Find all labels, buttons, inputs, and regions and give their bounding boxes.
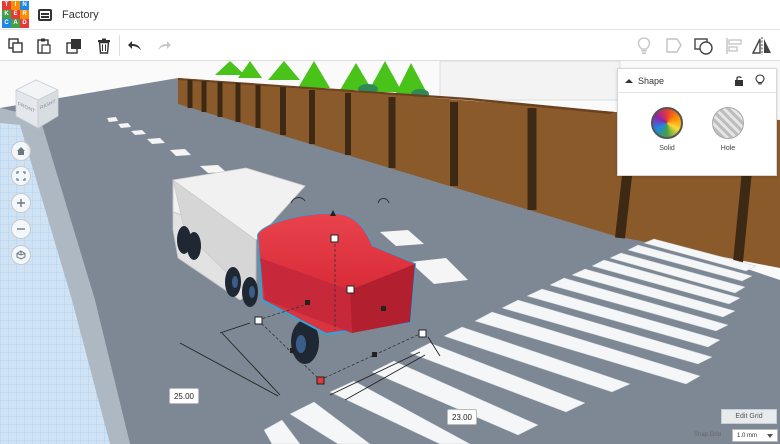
- toolbar-separator: [119, 35, 120, 56]
- logo-cell: C: [2, 18, 11, 28]
- snap-grid-value: 1.0 mm: [737, 432, 758, 439]
- width-dimension-input[interactable]: 23.00: [447, 409, 477, 425]
- fit-view-icon[interactable]: [11, 166, 31, 186]
- toolbar: [0, 30, 780, 61]
- snap-grid-label: Snap Grid: [694, 432, 722, 438]
- logo-cell: T: [2, 0, 11, 10]
- building: [439, 61, 621, 101]
- group-icon[interactable]: [694, 36, 714, 56]
- logo-cell: E: [11, 9, 20, 19]
- design-title[interactable]: Factory: [62, 9, 99, 21]
- duplicate-icon[interactable]: [64, 36, 84, 56]
- align-icon[interactable]: [724, 36, 744, 56]
- zoom-in-icon[interactable]: [11, 193, 31, 213]
- solid-label: Solid: [659, 145, 675, 152]
- undo-icon[interactable]: [125, 36, 145, 56]
- logo-cell: D: [20, 18, 29, 28]
- shape-panel: Shape Solid Hole: [617, 68, 777, 176]
- edit-grid-button[interactable]: Edit Grid: [721, 409, 777, 424]
- paste-icon[interactable]: [34, 36, 54, 56]
- chevron-down-icon: [767, 434, 773, 438]
- top-bar: T I N K E R C A D Factory: [0, 0, 780, 30]
- shape-panel-header: Shape: [618, 69, 776, 93]
- logo-cell: R: [20, 9, 29, 19]
- length-dimension-input[interactable]: 25.00: [169, 388, 199, 404]
- collapse-icon[interactable]: [624, 77, 634, 85]
- design-list-icon[interactable]: [38, 8, 52, 21]
- logo-cell: K: [2, 9, 11, 19]
- copy-icon[interactable]: [6, 36, 26, 56]
- logo-cell: A: [11, 18, 20, 28]
- logo-cell: I: [11, 0, 20, 10]
- solid-color-button[interactable]: [651, 107, 683, 139]
- perspective-icon[interactable]: [11, 245, 31, 265]
- hole-button[interactable]: [712, 107, 744, 139]
- logo-cell: N: [20, 0, 29, 10]
- hole-label: Hole: [720, 145, 736, 152]
- note-icon[interactable]: [664, 36, 684, 56]
- home-view-icon[interactable]: [11, 141, 31, 161]
- mirror-icon[interactable]: [752, 36, 772, 56]
- view-cube[interactable]: FRONT RIGHT: [12, 78, 62, 137]
- light-bulb-icon[interactable]: [634, 36, 654, 56]
- redo-icon[interactable]: [154, 36, 174, 56]
- lock-icon[interactable]: [734, 75, 744, 86]
- snap-grid-select[interactable]: 1.0 mm: [732, 429, 778, 442]
- tinkercad-logo[interactable]: T I N K E R C A D: [2, 0, 30, 29]
- shape-panel-title: Shape: [638, 75, 665, 86]
- delete-icon[interactable]: [94, 36, 114, 56]
- zoom-out-icon[interactable]: [11, 219, 31, 239]
- visibility-bulb-icon[interactable]: [755, 74, 765, 86]
